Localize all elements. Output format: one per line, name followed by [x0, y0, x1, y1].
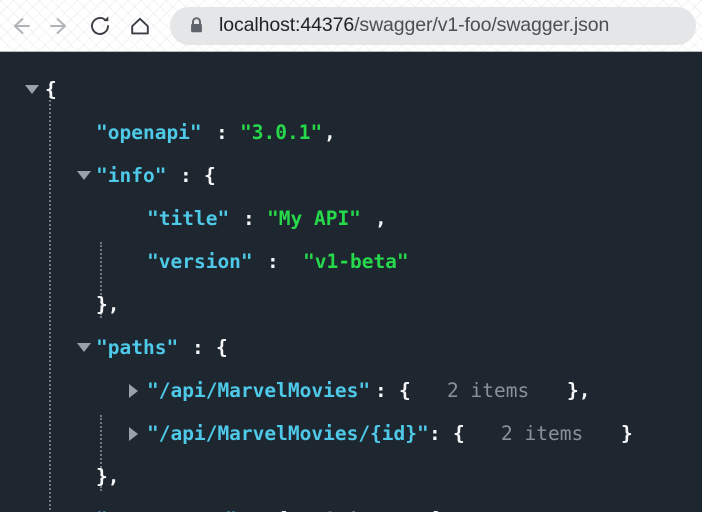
expand-toggle-marvelmovies-id[interactable]: [129, 427, 138, 441]
path-marvelmovies-id-item-count: 2 items: [501, 422, 584, 445]
collapse-toggle-paths[interactable]: [77, 343, 91, 352]
paths-open-brace: {: [216, 336, 228, 359]
path-marvelmovies-item-count: 2 items: [447, 379, 530, 402]
title-comma: ,: [375, 207, 387, 230]
json-row-info-close: },: [0, 283, 702, 326]
json-row-root: {: [0, 68, 702, 111]
path-marvelmovies-id-key[interactable]: "/api/MarvelMovies/{id}": [147, 412, 429, 455]
components-close-brace: }: [432, 498, 444, 512]
path-marvelmovies-id-close-brace: }: [621, 422, 633, 445]
address-bar[interactable]: localhost:44376/swagger/v1-foo/swagger.j…: [170, 6, 696, 45]
info-open-brace: {: [204, 164, 216, 187]
arrow-right-icon: [47, 13, 73, 39]
forward-button[interactable]: [40, 6, 80, 46]
json-row-path-marvelmovies: "/api/MarvelMovies" : { 2 items },: [0, 369, 702, 412]
components-key[interactable]: "components": [96, 498, 237, 512]
version-colon: :: [267, 250, 279, 273]
components-item-count: 1 item: [324, 498, 394, 512]
paths-colon: :: [192, 336, 204, 359]
json-row-components: "components" : { 1 item }: [0, 498, 702, 512]
openapi-value: "3.0.1": [240, 121, 323, 144]
openapi-comma: ,: [324, 121, 336, 144]
json-row-info: "info" : {: [0, 154, 702, 197]
collapse-toggle-root[interactable]: [25, 85, 39, 94]
reload-button[interactable]: [80, 6, 120, 46]
json-row-paths-close: },: [0, 455, 702, 498]
browser-toolbar: localhost:44376/swagger/v1-foo/swagger.j…: [0, 0, 702, 52]
path-marvelmovies-key[interactable]: "/api/MarvelMovies": [147, 369, 370, 412]
path-marvelmovies-id-open-brace: {: [453, 422, 465, 445]
openapi-colon: :: [216, 121, 228, 144]
json-row-openapi: "openapi" : "3.0.1" ,: [0, 111, 702, 154]
title-key[interactable]: "title": [147, 197, 229, 240]
info-close-brace: },: [96, 293, 120, 316]
url-text: localhost:44376/swagger/v1-foo/swagger.j…: [219, 14, 609, 37]
expand-toggle-marvelmovies[interactable]: [129, 384, 138, 398]
title-colon: :: [243, 207, 255, 230]
json-row-title: "title" : "My API" ,: [0, 197, 702, 240]
openapi-key[interactable]: "openapi": [96, 111, 202, 154]
paths-close-brace: },: [96, 465, 120, 488]
version-value: "v1-beta": [303, 250, 409, 273]
root-open-brace: {: [45, 78, 57, 101]
path-marvelmovies-close-brace: },: [567, 379, 591, 402]
json-row-version: "version" : "v1-beta": [0, 240, 702, 283]
version-key[interactable]: "version": [147, 240, 253, 283]
title-value: "My API": [267, 207, 361, 230]
url-path: /swagger/v1-foo/swagger.json: [354, 14, 610, 36]
path-marvelmovies-open-brace: {: [399, 379, 411, 402]
home-button[interactable]: [120, 6, 160, 46]
paths-key[interactable]: "paths": [96, 326, 178, 369]
path-marvelmovies-id-colon: :: [429, 422, 441, 445]
home-icon: [127, 13, 153, 39]
components-colon: :: [252, 498, 264, 512]
collapse-toggle-info[interactable]: [77, 171, 91, 180]
json-viewer: { "openapi" : "3.0.1" , "info" : { "titl…: [0, 52, 702, 512]
arrow-left-icon: [7, 13, 33, 39]
path-marvelmovies-colon: :: [375, 379, 387, 402]
components-open-brace: {: [276, 498, 288, 512]
back-button[interactable]: [0, 6, 40, 46]
reload-icon: [87, 13, 113, 39]
url-host: localhost:44376: [219, 14, 355, 36]
info-colon: :: [180, 164, 192, 187]
lock-icon: [187, 17, 205, 35]
info-key[interactable]: "info": [96, 154, 166, 197]
json-row-paths: "paths" : {: [0, 326, 702, 369]
json-row-path-marvelmovies-id: "/api/MarvelMovies/{id}" : { 2 items }: [0, 412, 702, 455]
